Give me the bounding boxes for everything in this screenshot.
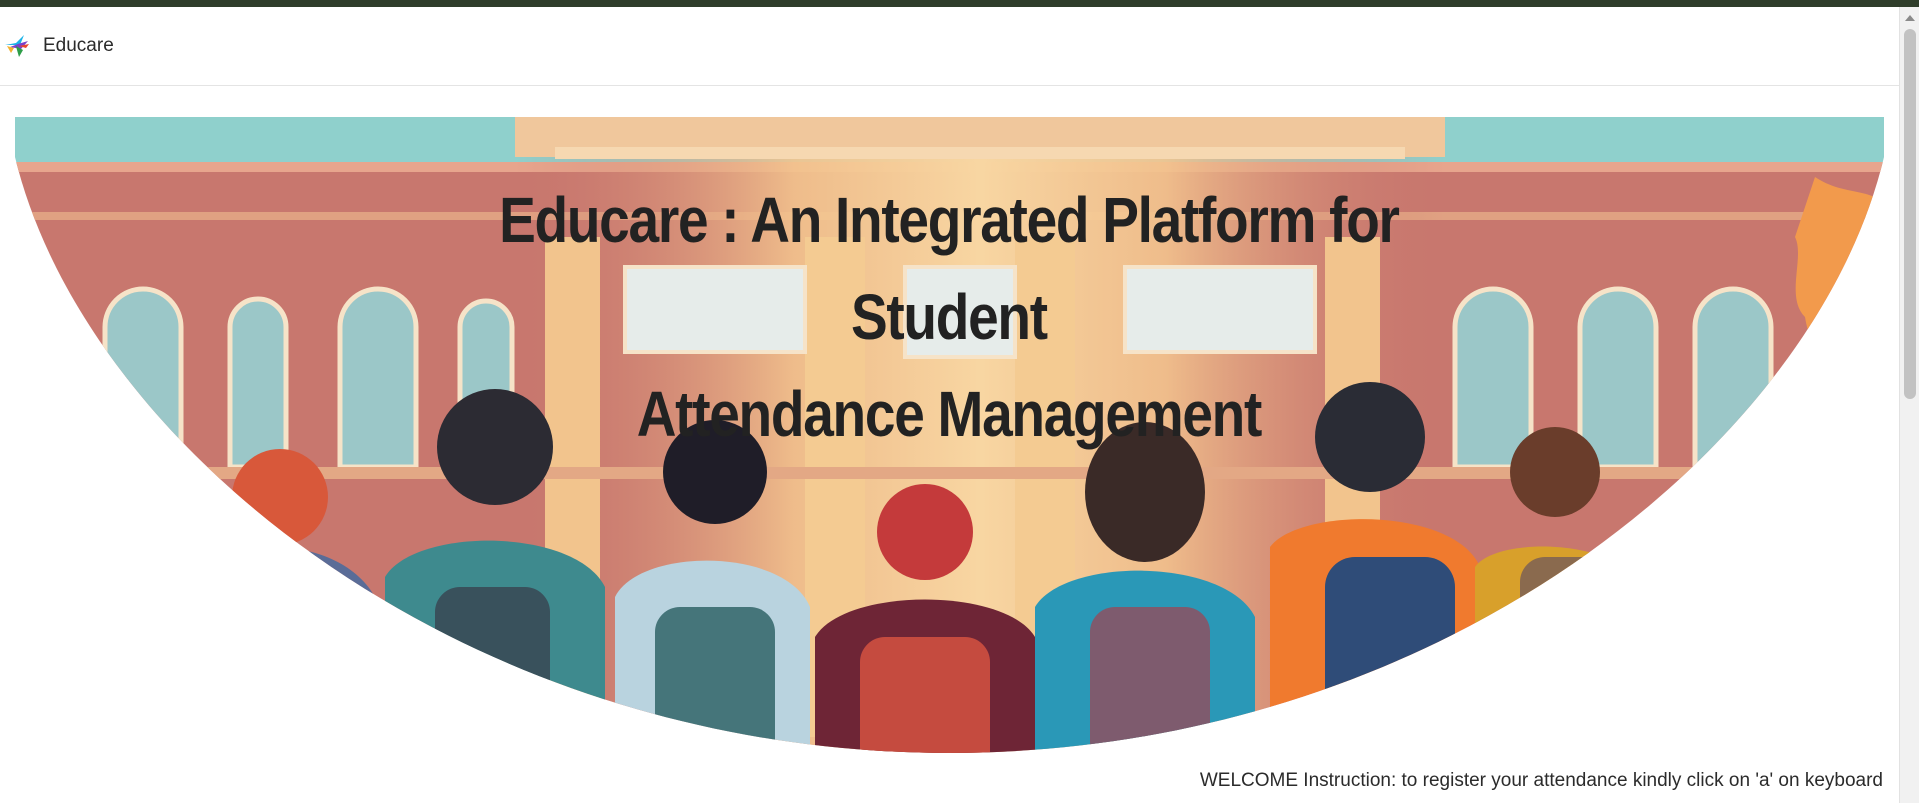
scroll-up-arrow-icon[interactable] (1905, 15, 1915, 21)
attendance-instruction-text: WELCOME Instruction: to register your at… (1199, 770, 1883, 791)
scrollbar-thumb[interactable] (1904, 29, 1916, 399)
brand-name-link[interactable]: Educare (43, 35, 114, 57)
navbar: Educare (0, 7, 1899, 86)
page-scrollbar[interactable] (1899, 7, 1919, 803)
window-top-strip (0, 0, 1919, 7)
hero-title: Educare : An Integrated Platform for Stu… (499, 184, 1400, 450)
hero-banner: Educare : An Integrated Platform for Stu… (15, 117, 1884, 753)
hummingbird-logo-icon[interactable] (2, 31, 32, 61)
